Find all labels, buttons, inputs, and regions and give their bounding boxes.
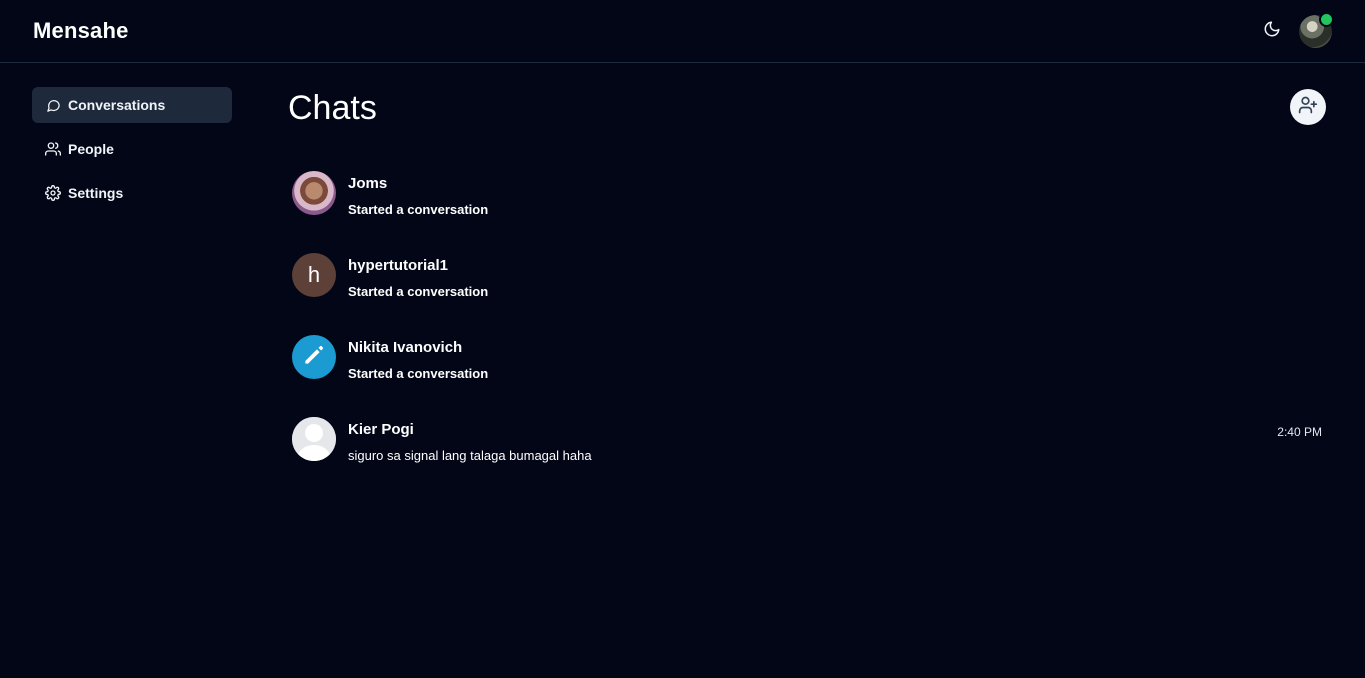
user-plus-icon	[1298, 95, 1318, 120]
conversation-item[interactable]: Kier Pogi siguro sa signal lang talaga b…	[288, 412, 1328, 494]
app-brand[interactable]: Mensahe	[33, 18, 129, 44]
conversation-item[interactable]: Joms Started a conversation	[288, 166, 1328, 248]
pencil-icon	[301, 342, 327, 373]
default-user-icon	[292, 417, 336, 461]
conversation-preview: Started a conversation	[348, 366, 489, 381]
users-icon	[45, 141, 61, 157]
conversation-item[interactable]: h hypertutorial1 Started a conversation	[288, 248, 1328, 330]
theme-toggle-button[interactable]	[1260, 19, 1284, 43]
conversation-list: Joms Started a conversation h hypertutor…	[288, 166, 1328, 494]
sidebar-item-conversations[interactable]: Conversations	[32, 87, 232, 123]
moon-icon	[1263, 20, 1281, 43]
sidebar-item-people[interactable]: People	[32, 131, 232, 167]
conversation-preview: Started a conversation	[348, 202, 489, 217]
top-bar: Mensahe	[0, 0, 1365, 63]
add-contact-button[interactable]	[1290, 89, 1326, 125]
sidebar-item-settings[interactable]: Settings	[32, 175, 232, 211]
sidebar-item-label: Conversations	[68, 97, 166, 113]
sidebar: Conversations People Settings	[32, 87, 232, 219]
conversation-time: 2:40 PM	[1277, 425, 1322, 439]
sidebar-item-label: Settings	[68, 185, 124, 201]
avatar	[292, 417, 336, 461]
conversation-name: Joms	[348, 175, 388, 192]
avatar: h	[292, 253, 336, 297]
conversation-item[interactable]: Nikita Ivanovich Started a conversation	[288, 330, 1328, 412]
conversation-name: Kier Pogi	[348, 421, 414, 438]
conversation-preview: siguro sa signal lang talaga bumagal hah…	[348, 448, 592, 463]
page-title: Chats	[288, 89, 377, 127]
gear-icon	[45, 185, 61, 201]
sidebar-item-label: People	[68, 141, 114, 157]
conversation-name: Nikita Ivanovich	[348, 339, 463, 356]
online-status-dot	[1319, 12, 1334, 27]
conversation-preview: Started a conversation	[348, 284, 489, 299]
avatar	[292, 171, 336, 215]
conversation-name: hypertutorial1	[348, 257, 449, 274]
avatar	[292, 335, 336, 379]
message-circle-icon	[45, 97, 61, 113]
